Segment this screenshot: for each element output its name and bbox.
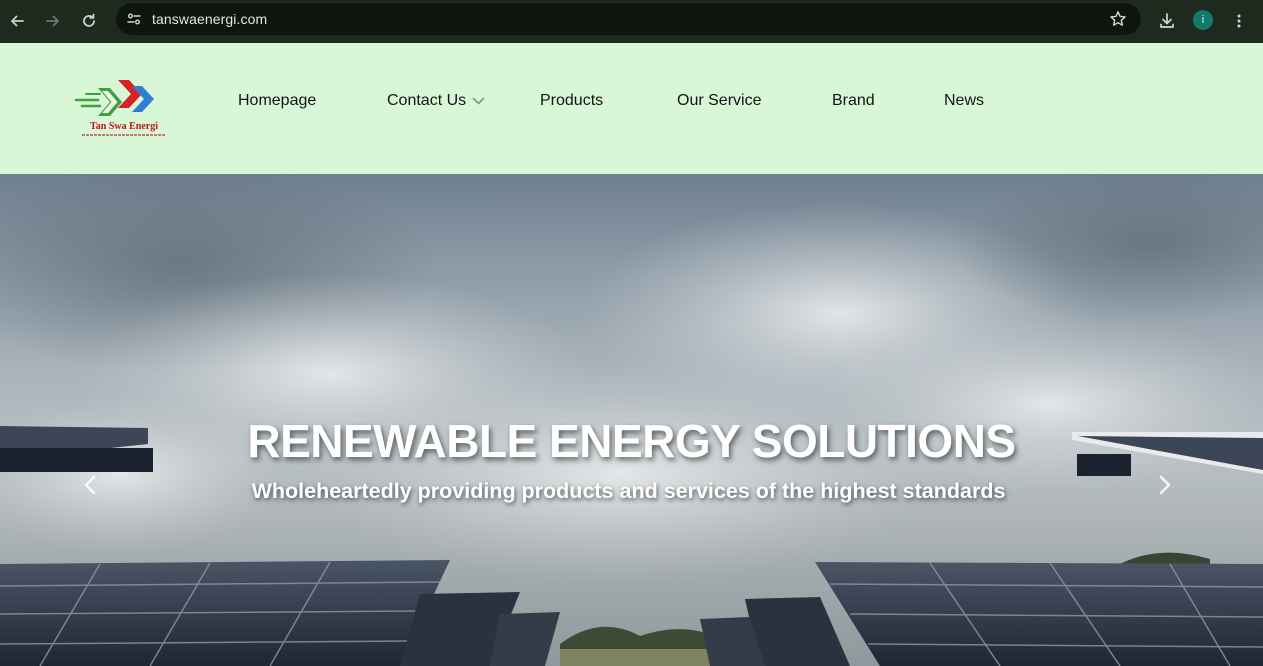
nav-item-homepage[interactable]: Homepage <box>238 92 316 110</box>
nav-item-label: Homepage <box>238 92 317 109</box>
nav-item-our-service[interactable]: Our Service <box>677 92 761 110</box>
hero-subtitle: Wholeheartedly providing products and se… <box>251 479 1006 503</box>
nav-item-label: Products <box>540 92 604 109</box>
site-logo[interactable]: Tan Swa Energi <box>74 78 168 138</box>
site-header: Tan Swa Energi Homepage Contact Us Produ… <box>0 43 1263 174</box>
profile-avatar[interactable]: i <box>1193 10 1213 30</box>
back-icon[interactable] <box>4 8 30 34</box>
download-icon[interactable] <box>1154 8 1180 34</box>
url-text[interactable]: tanswaenergi.com <box>152 11 267 27</box>
chevron-right-icon <box>1159 475 1171 495</box>
forward-icon[interactable] <box>40 8 66 34</box>
nav-item-contact-us[interactable]: Contact Us <box>387 92 485 110</box>
reload-icon[interactable] <box>76 8 102 34</box>
address-bar[interactable]: tanswaenergi.com <box>116 3 1141 35</box>
chevron-down-icon <box>472 97 485 105</box>
nav-item-label: Our Service <box>677 92 762 109</box>
nav-item-news[interactable]: News <box>944 92 984 110</box>
logo-name: Tan Swa Energi <box>90 121 158 132</box>
carousel-next-button[interactable] <box>1153 472 1177 498</box>
hero-title: RENEWABLE ENERGY SOLUTIONS <box>247 415 1016 467</box>
profile-initial: i <box>1201 14 1205 26</box>
nav-item-label: News <box>944 92 985 109</box>
carousel-prev-button[interactable] <box>78 472 102 498</box>
browser-toolbar: tanswaenergi.com i <box>0 0 1263 43</box>
nav-item-brand[interactable]: Brand <box>832 92 875 110</box>
nav-item-label: Brand <box>832 92 875 109</box>
hero-slider: RENEWABLE ENERGY SOLUTIONS Wholeheartedl… <box>0 174 1263 666</box>
site-settings-icon[interactable] <box>124 9 144 29</box>
logo-tagline-decoration <box>82 134 166 136</box>
bookmark-star-icon[interactable] <box>1109 10 1127 28</box>
chevron-left-icon <box>84 475 96 495</box>
more-menu-icon[interactable] <box>1226 8 1252 34</box>
nav-item-products[interactable]: Products <box>540 92 603 110</box>
nav-item-label: Contact Us <box>387 92 467 109</box>
logo-arrows-icon <box>74 80 154 116</box>
